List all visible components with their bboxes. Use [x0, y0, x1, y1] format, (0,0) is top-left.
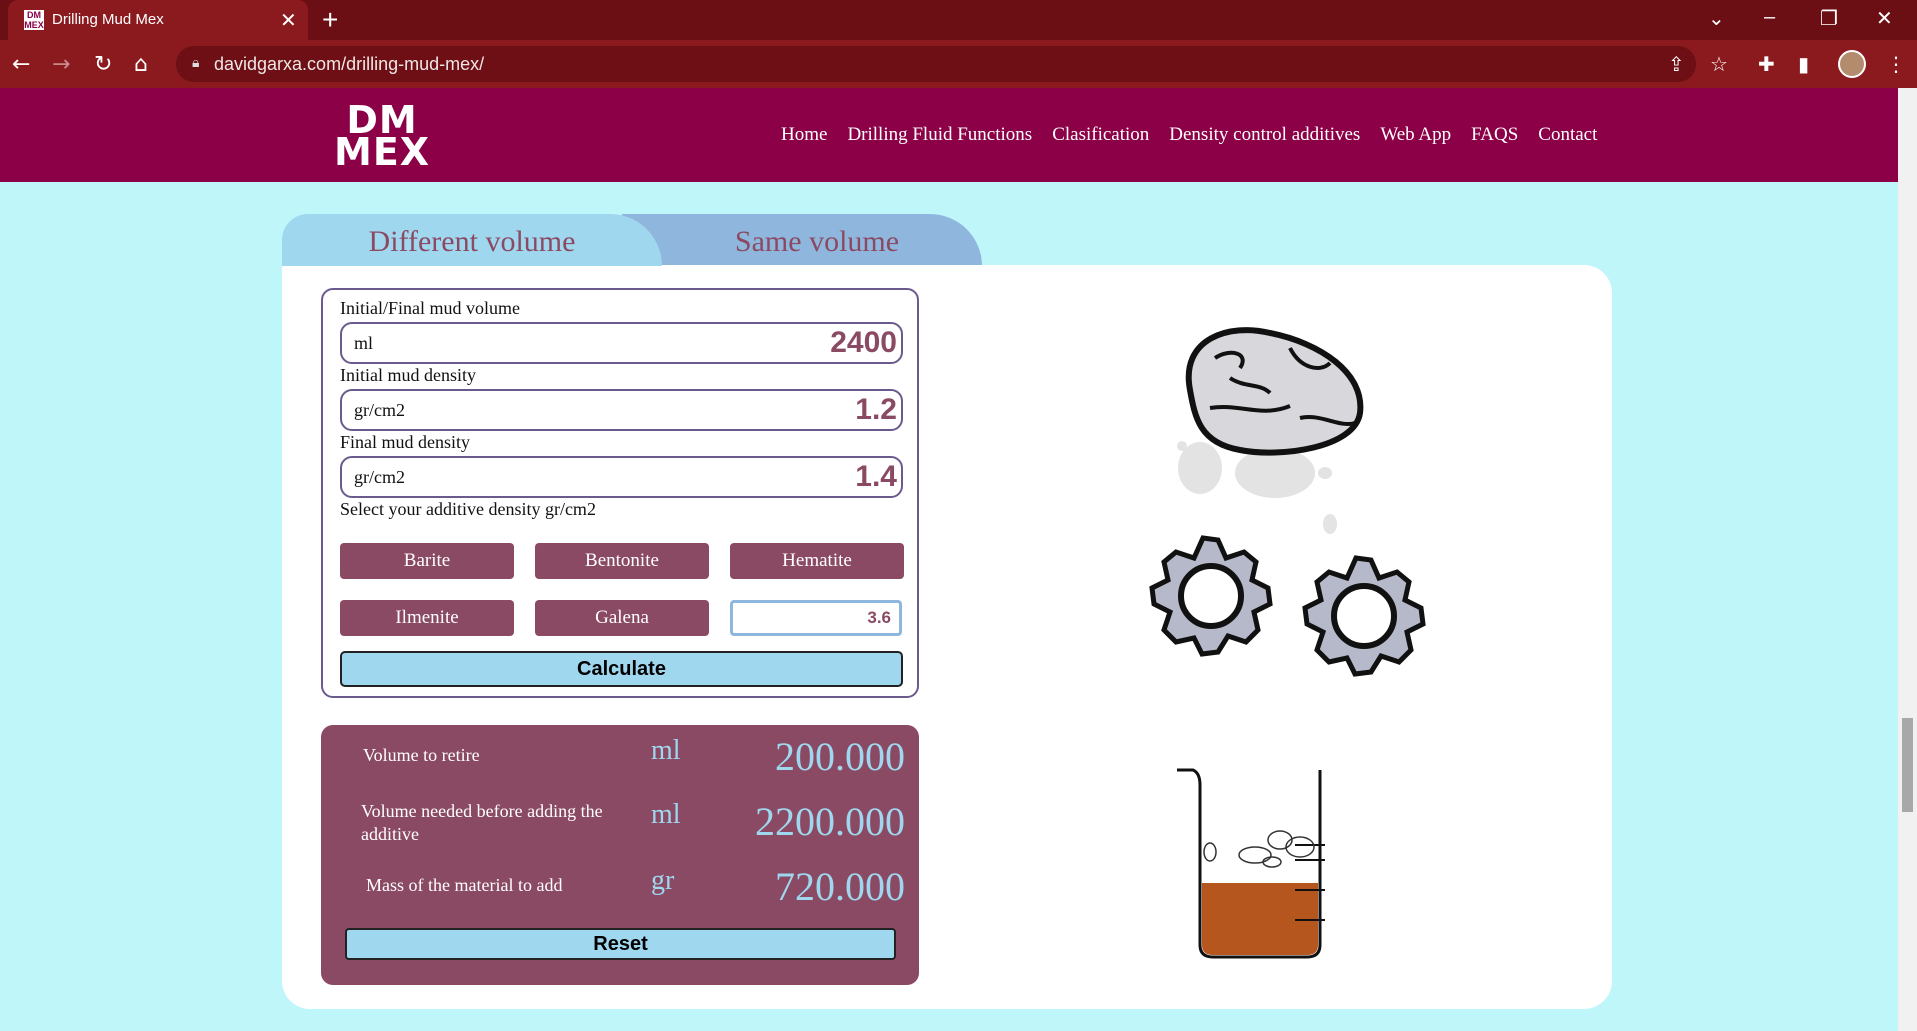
close-tab-icon[interactable]: ✕	[280, 8, 297, 33]
side-panel-icon[interactable]: ▮	[1798, 52, 1809, 76]
site-header: DM MEX Home Drilling Fluid Functions Cla…	[0, 88, 1898, 182]
site-logo[interactable]: DM MEX	[334, 101, 431, 174]
lock-icon: 🔒︎	[192, 55, 200, 71]
restore-icon[interactable]: ❐	[1820, 6, 1838, 31]
minimize-icon[interactable]: –	[1764, 6, 1775, 29]
result-unit-volume-needed: ml	[651, 799, 681, 830]
bentonite-button[interactable]: Bentonite	[535, 543, 709, 579]
volume-field[interactable]: ml 2400	[340, 322, 903, 364]
tab-same-volume[interactable]: Same volume	[622, 214, 982, 266]
input-form: Initial/Final mud volume ml 2400 Initial…	[321, 288, 919, 698]
nav-drilling-fluid-functions[interactable]: Drilling Fluid Functions	[847, 124, 1032, 146]
calculate-button[interactable]: Calculate	[340, 651, 903, 687]
volume-value: 2400	[830, 326, 897, 359]
calculator-tabs: Same volume Different volume	[282, 214, 982, 266]
result-unit-volume-retire: ml	[651, 735, 681, 766]
result-label-volume-needed: Volume needed before adding the additive	[361, 801, 603, 844]
main-nav: Home Drilling Fluid Functions Clasificat…	[781, 124, 1597, 146]
rock-icon	[1177, 327, 1364, 534]
tab-title: Drilling Mud Mex	[52, 11, 164, 28]
additive-prompt: Select your additive density gr/cm2	[340, 499, 596, 519]
forward-icon[interactable]: →	[52, 52, 70, 77]
nav-faqs[interactable]: FAQS	[1471, 124, 1518, 146]
results-panel: Volume to retire ml 200.000 Volume neede…	[321, 725, 919, 985]
final-density-label: Final mud density	[340, 432, 470, 452]
nav-density-control-additives[interactable]: Density control additives	[1169, 124, 1360, 146]
final-density-value: 1.4	[855, 460, 897, 493]
logo-line2: MEX	[334, 130, 431, 174]
result-value-mass: 720.000	[775, 864, 905, 909]
custom-density-input[interactable]: 3.6	[730, 600, 902, 636]
initial-density-field[interactable]: gr/cm2 1.2	[340, 389, 903, 431]
tab-search-icon[interactable]: ⌄	[1708, 6, 1725, 31]
avatar[interactable]	[1838, 50, 1866, 78]
address-bar[interactable]: 🔒︎ davidgarxa.com/drilling-mud-mex/	[176, 46, 1696, 82]
result-label-volume-retire: Volume to retire	[363, 745, 480, 765]
hematite-button[interactable]: Hematite	[730, 543, 904, 579]
back-icon[interactable]: ←	[12, 52, 30, 77]
result-label-mass: Mass of the material to add	[366, 875, 563, 895]
nav-contact[interactable]: Contact	[1538, 124, 1597, 146]
nav-home[interactable]: Home	[781, 124, 827, 146]
close-window-icon[interactable]: ✕	[1876, 6, 1893, 31]
browser-tab[interactable]: DM MEX Drilling Mud Mex ✕	[8, 0, 308, 40]
result-unit-mass: gr	[651, 865, 675, 896]
galena-button[interactable]: Galena	[535, 600, 709, 636]
volume-unit: ml	[354, 333, 374, 353]
final-density-field[interactable]: gr/cm2 1.4	[340, 456, 903, 498]
bookmark-star-icon[interactable]: ☆	[1710, 52, 1728, 76]
extensions-icon[interactable]: ✚	[1758, 52, 1775, 76]
nav-clasification[interactable]: Clasification	[1052, 124, 1149, 146]
final-density-unit: gr/cm2	[354, 467, 405, 487]
browser-tabbar: DM MEX Drilling Mud Mex ✕ + ⌄ – ❐ ✕	[0, 0, 1917, 40]
initial-density-unit: gr/cm2	[354, 400, 405, 420]
barite-button[interactable]: Barite	[340, 543, 514, 579]
share-icon[interactable]: ⇪	[1668, 52, 1685, 76]
home-icon[interactable]: ⌂	[134, 52, 148, 77]
menu-icon[interactable]: ⋮	[1886, 52, 1906, 76]
browser-toolbar: ← → ↻ ⌂ 🔒︎ davidgarxa.com/drilling-mud-m…	[0, 40, 1917, 88]
nav-web-app[interactable]: Web App	[1380, 124, 1451, 146]
scrollbar-thumb[interactable]	[1902, 718, 1913, 812]
initial-density-label: Initial mud density	[340, 365, 476, 385]
gears-icon	[1149, 535, 1426, 677]
initial-density-value: 1.2	[855, 393, 897, 426]
new-tab-icon[interactable]: +	[322, 4, 338, 36]
custom-density-value: 3.6	[867, 608, 891, 627]
favicon-icon: DM MEX	[24, 10, 44, 30]
result-value-volume-needed: 2200.000	[755, 799, 905, 844]
beaker-icon	[1177, 768, 1325, 959]
volume-label: Initial/Final mud volume	[340, 298, 520, 318]
reset-button[interactable]: Reset	[345, 928, 896, 960]
tab-different-volume[interactable]: Different volume	[282, 214, 662, 266]
reload-icon[interactable]: ↻	[94, 52, 112, 77]
ilmenite-button[interactable]: Ilmenite	[340, 600, 514, 636]
result-value-volume-retire: 200.000	[775, 734, 905, 779]
url-text: davidgarxa.com/drilling-mud-mex/	[214, 54, 485, 74]
page-scrollbar[interactable]	[1898, 88, 1917, 1031]
